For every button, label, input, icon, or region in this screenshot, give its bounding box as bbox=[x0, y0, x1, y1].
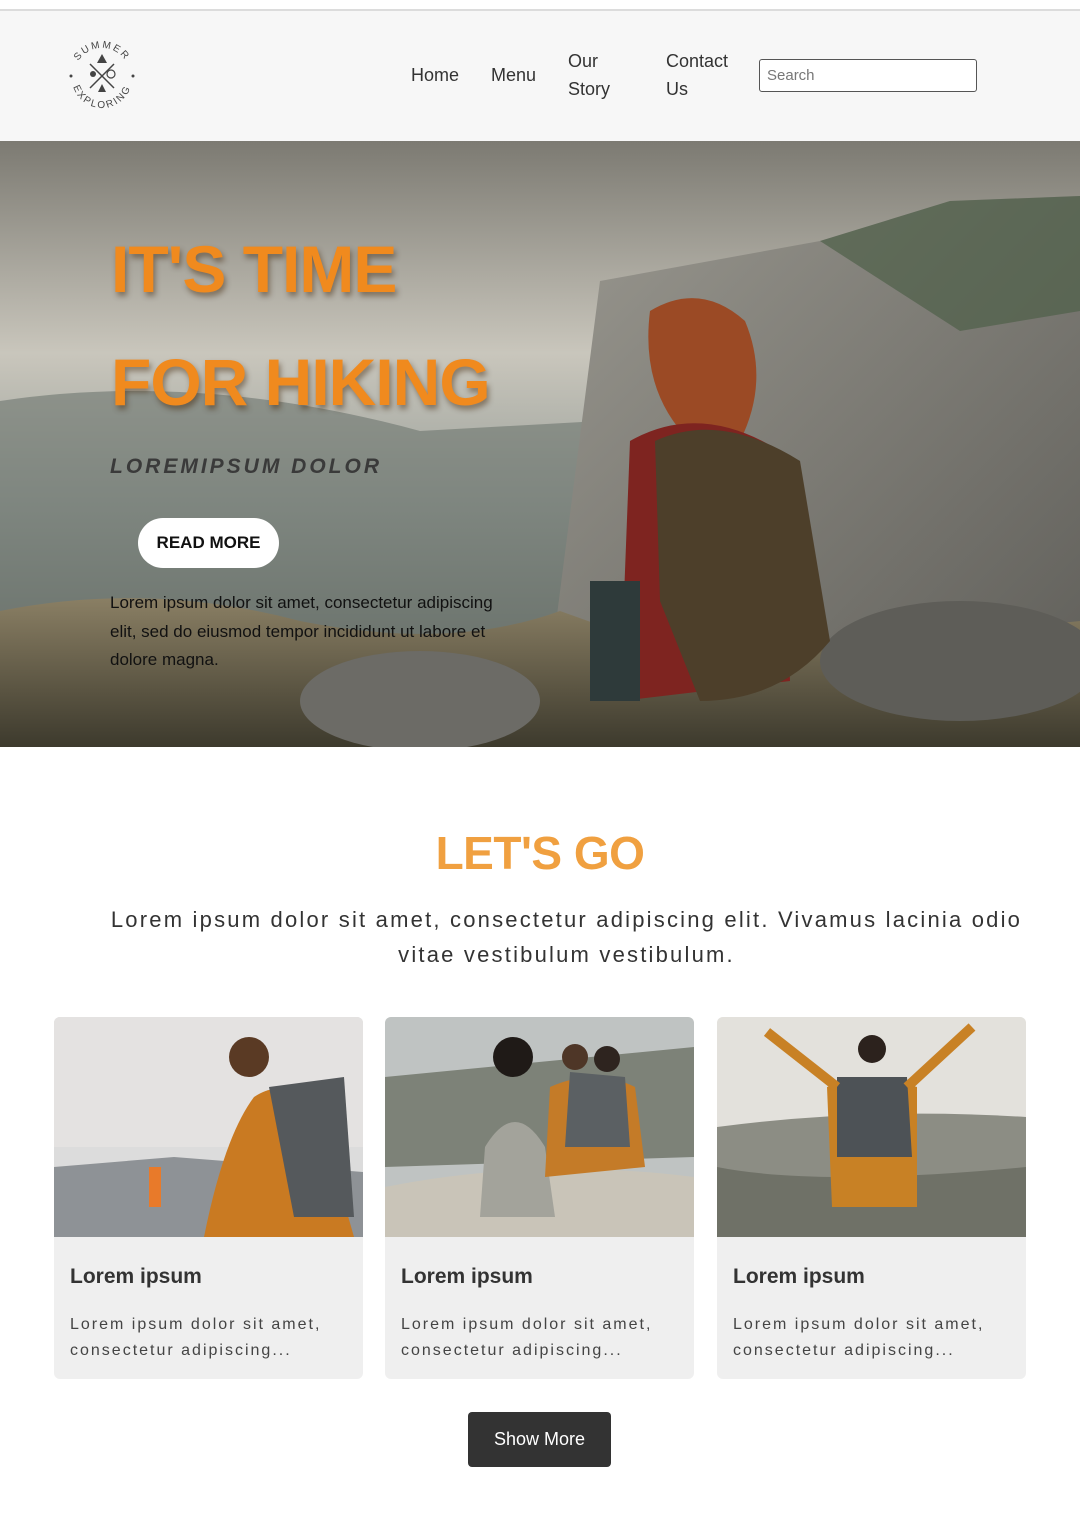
card[interactable]: Lorem ipsum Lorem ipsum dolor sit amet, … bbox=[54, 1017, 363, 1379]
show-more-button[interactable]: Show More bbox=[468, 1412, 611, 1467]
card-image bbox=[717, 1017, 1026, 1237]
read-more-button[interactable]: READ MORE bbox=[138, 518, 279, 568]
card[interactable]: Lorem ipsum Lorem ipsum dolor sit amet, … bbox=[717, 1017, 1026, 1379]
nav-our-story[interactable]: Our Story bbox=[568, 47, 628, 103]
hero-title-line2: FOR HIKING bbox=[111, 345, 491, 419]
card-title: Lorem ipsum bbox=[733, 1265, 865, 1288]
hero-subtitle: LOREMIPSUM DOLOR bbox=[110, 455, 382, 478]
card-image bbox=[385, 1017, 694, 1237]
section-title: LET'S GO bbox=[435, 827, 645, 879]
card[interactable]: Lorem ipsum Lorem ipsum dolor sit amet, … bbox=[385, 1017, 694, 1379]
hero-banner: IT'S TIME FOR HIKING LOREMIPSUM DOLOR RE… bbox=[0, 141, 1080, 747]
summer-exploring-logo[interactable]: SUMMER EXPLORING bbox=[64, 38, 140, 114]
card-text: Lorem ipsum dolor sit amet, consectetur … bbox=[733, 1316, 985, 1359]
hero-title-line1: IT'S TIME bbox=[111, 232, 397, 306]
section-description: Lorem ipsum dolor sit amet, consectetur … bbox=[110, 907, 1023, 967]
card-image bbox=[54, 1017, 363, 1237]
card-title: Lorem ipsum bbox=[70, 1265, 202, 1288]
card-text: Lorem ipsum dolor sit amet, consectetur … bbox=[70, 1316, 322, 1359]
nav-contact-us[interactable]: Contact Us bbox=[666, 47, 746, 103]
nav-menu[interactable]: Menu bbox=[491, 61, 536, 89]
card-text: Lorem ipsum dolor sit amet, consectetur … bbox=[401, 1316, 653, 1359]
hero-body-text: Lorem ipsum dolor sit amet, consectetur … bbox=[110, 593, 493, 669]
search-input[interactable] bbox=[759, 59, 977, 92]
nav-home[interactable]: Home bbox=[411, 61, 459, 89]
site-header: SUMMER EXPLORING Home Menu Our Story Con… bbox=[0, 11, 1080, 141]
card-title: Lorem ipsum bbox=[401, 1265, 533, 1288]
